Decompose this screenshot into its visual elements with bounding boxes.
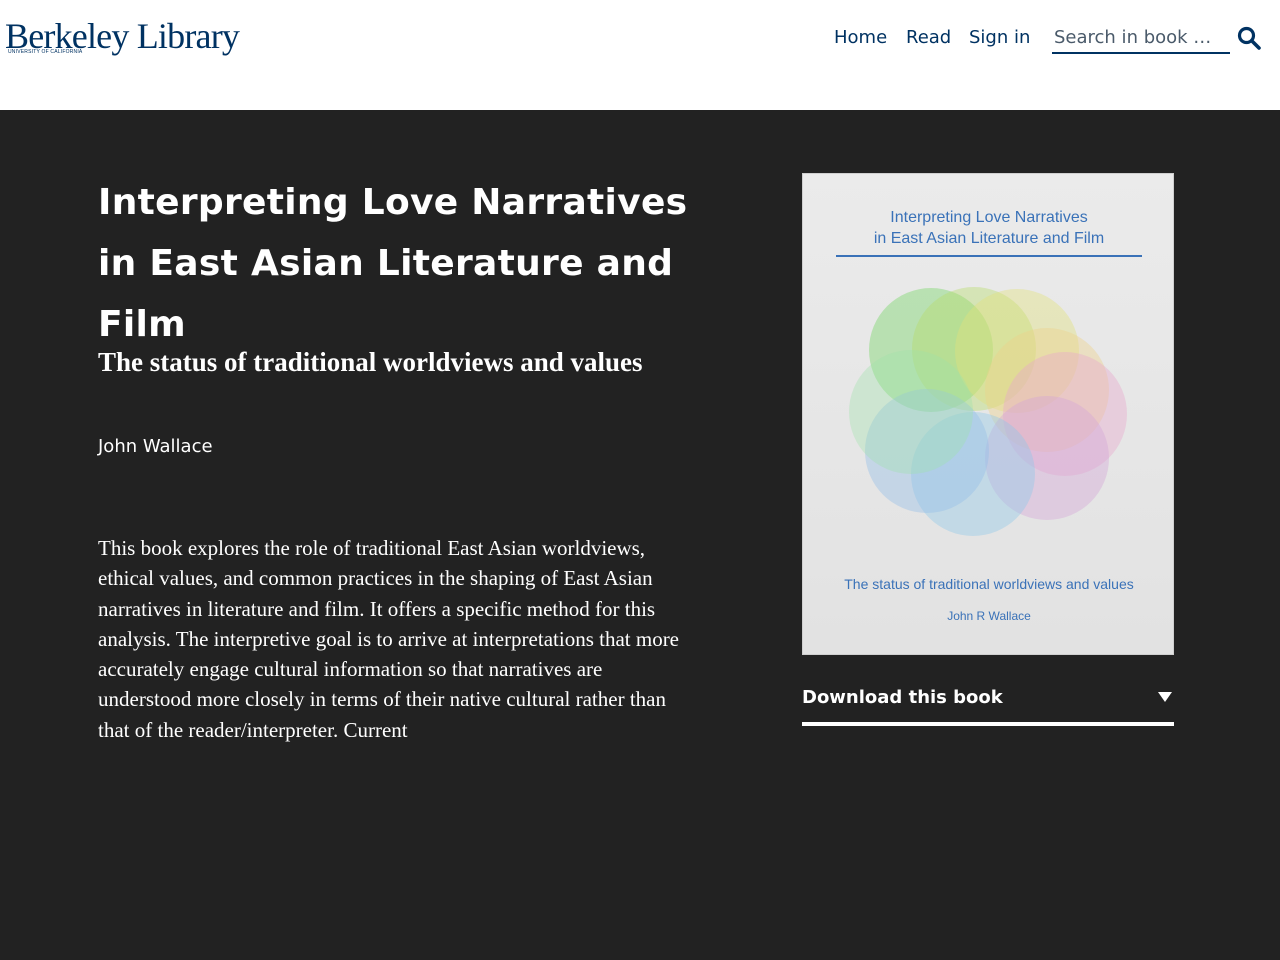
- download-book-toggle[interactable]: Download this book: [802, 682, 1174, 726]
- berkeley-library-logo[interactable]: Berkeley Library UNIVERSITY OF CALIFORNI…: [5, 18, 240, 55]
- book-description-container: This book explores the role of tradition…: [98, 533, 698, 746]
- book-author: John Wallace: [98, 436, 213, 457]
- cover-subtitle: The status of traditional worldviews and…: [844, 576, 1134, 592]
- book-title: Interpreting Love Narratives in East Asi…: [98, 182, 688, 345]
- cover-author: John R Wallace: [947, 609, 1031, 623]
- nav-sign-in-link[interactable]: Sign in: [969, 24, 1030, 52]
- nav-home-link[interactable]: Home: [834, 24, 887, 52]
- search-icon[interactable]: [1236, 25, 1262, 51]
- logo-subtitle: UNIVERSITY OF CALIFORNIA: [8, 49, 83, 55]
- book-cover: Interpreting Love Narratives in East Asi…: [802, 173, 1174, 655]
- download-label: Download this book: [802, 687, 1003, 708]
- nav-read-link[interactable]: Read: [906, 24, 951, 52]
- book-subtitle: The status of traditional worldviews and…: [98, 347, 643, 377]
- book-description: This book explores the role of tradition…: [98, 536, 680, 742]
- search-in-book-input[interactable]: [1052, 22, 1230, 54]
- caret-down-icon: [1158, 692, 1172, 702]
- site-header: Berkeley Library UNIVERSITY OF CALIFORNI…: [0, 0, 1280, 110]
